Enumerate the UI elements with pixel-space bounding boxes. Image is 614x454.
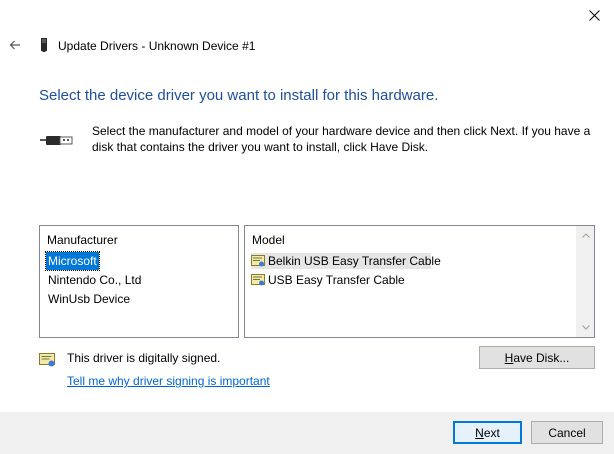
next-label: ext: [483, 425, 500, 440]
next-accelerator: N: [475, 425, 484, 440]
back-arrow-icon: [9, 40, 20, 50]
next-button[interactable]: Next: [453, 421, 522, 444]
model-scrollbar[interactable]: [576, 226, 594, 337]
cancel-button[interactable]: Cancel: [531, 421, 603, 444]
usb-cable-icon: [40, 136, 73, 145]
manufacturer-listbox[interactable]: Manufacturer Microsoft Nintendo Co., Ltd…: [39, 225, 239, 338]
certificate-icon: [251, 254, 265, 266]
have-disk-button[interactable]: Have Disk...: [479, 346, 595, 369]
have-disk-label: ave Disk...: [513, 350, 570, 365]
have-disk-accelerator: H: [504, 350, 514, 365]
usb-device-icon: [41, 38, 47, 52]
scroll-down-button[interactable]: [578, 319, 593, 336]
close-button[interactable]: [574, 0, 614, 30]
manufacturer-header: Manufacturer: [47, 233, 118, 247]
manufacturer-item-winusb[interactable]: WinUsb Device: [46, 290, 132, 308]
model-listbox[interactable]: Model Belkin USB Easy Transfer Cable USB…: [244, 225, 595, 338]
scroll-up-button[interactable]: [578, 227, 593, 244]
certificate-icon: [251, 273, 265, 285]
close-icon: [588, 9, 600, 21]
driver-signing-link[interactable]: Tell me why driver signing is important: [67, 373, 270, 389]
chevron-down-icon: [581, 325, 590, 330]
model-header: Model: [252, 233, 285, 247]
chevron-up-icon: [581, 233, 590, 238]
signed-certificate-icon: [39, 353, 55, 367]
model-item-usb-easy-transfer[interactable]: USB Easy Transfer Cable: [251, 272, 405, 288]
model-item-label: USB Easy Transfer Cable: [268, 273, 405, 287]
manufacturer-item-microsoft[interactable]: Microsoft: [45, 251, 100, 271]
page-heading: Select the device driver you want to ins…: [39, 87, 439, 104]
back-button[interactable]: [4, 34, 26, 56]
manufacturer-item-nintendo[interactable]: Nintendo Co., Ltd: [46, 271, 143, 289]
signed-status-text: This driver is digitally signed.: [67, 351, 221, 365]
model-item-label: Belkin USB Easy Transfer Cable: [268, 254, 441, 268]
instructions-text: Select the manufacturer and model of you…: [92, 124, 591, 154]
window-title: Update Drivers - Unknown Device #1: [58, 39, 256, 53]
model-item-belkin[interactable]: Belkin USB Easy Transfer Cable: [251, 253, 441, 269]
